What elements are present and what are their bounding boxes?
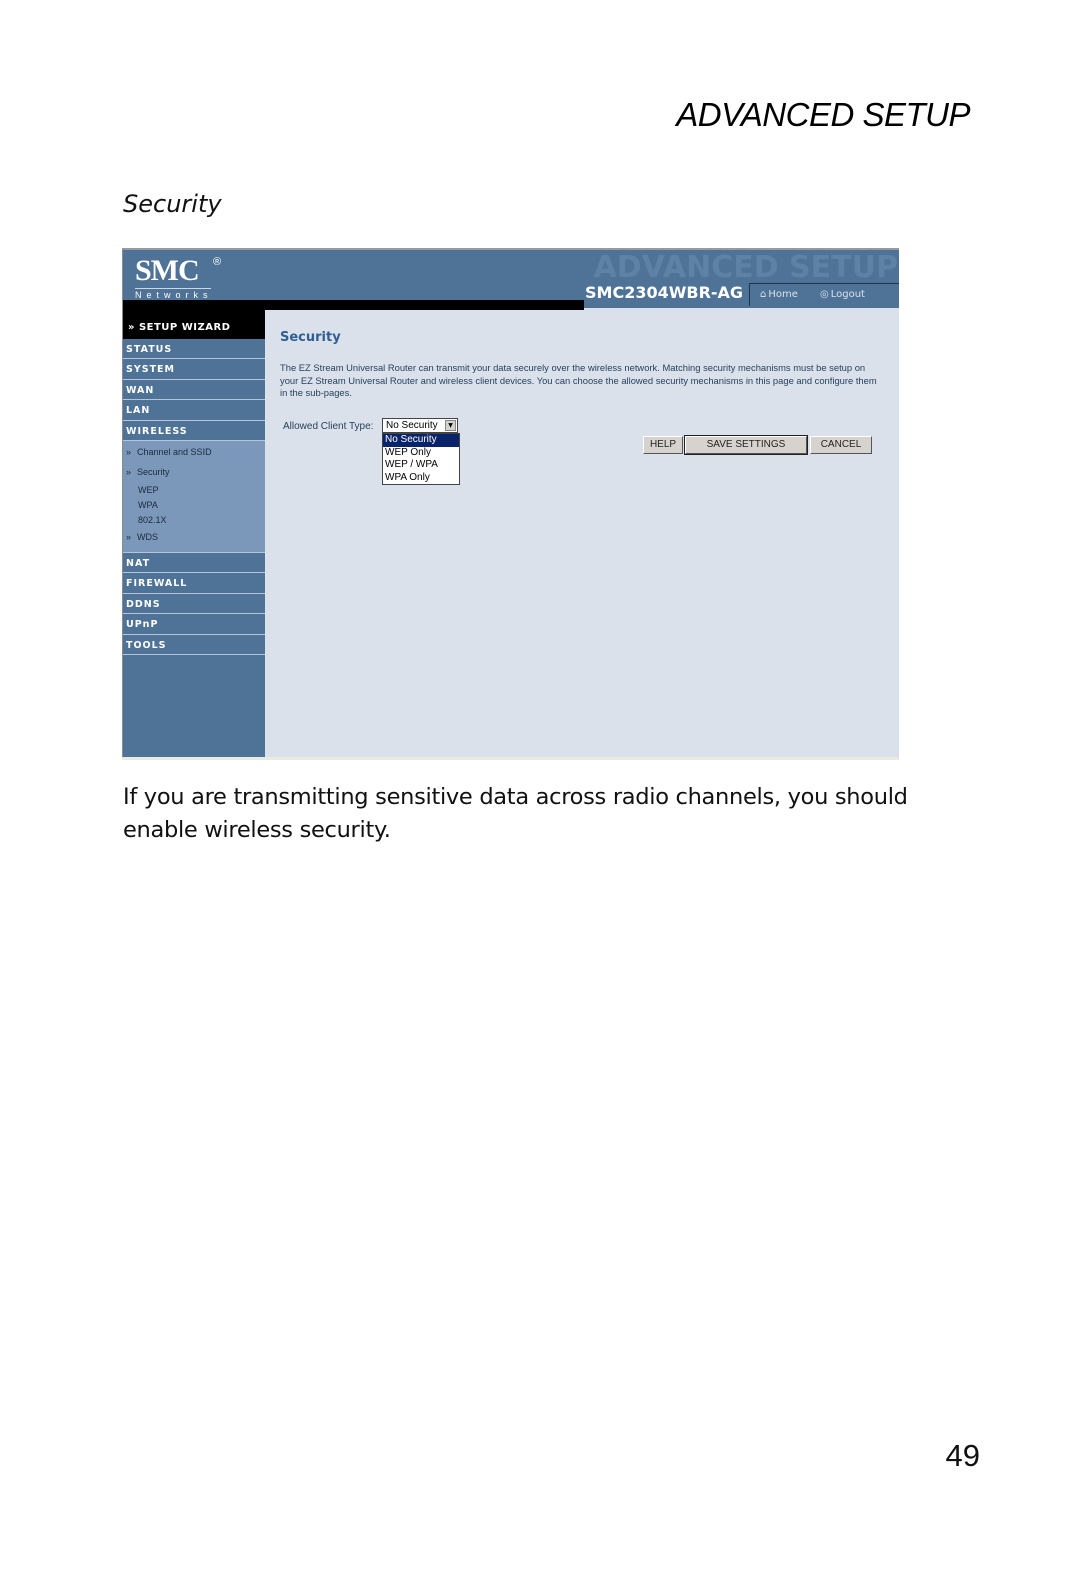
- sidebar-item-tools[interactable]: TOOLS: [123, 635, 265, 655]
- chapter-title: ADVANCED SETUP: [676, 96, 970, 133]
- sidebar-item-lan[interactable]: LAN: [123, 400, 265, 421]
- cancel-button[interactable]: CANCEL: [810, 436, 872, 454]
- sidebar-subitem-security[interactable]: » Security: [123, 463, 265, 483]
- client-type-dropdown: No Security WEP Only WEP / WPA WPA Only: [382, 433, 460, 485]
- logo-sub: Networks: [135, 288, 213, 300]
- chevron-down-icon[interactable]: ▼: [445, 420, 456, 431]
- home-icon: ⌂: [760, 289, 767, 300]
- sidebar-nav: » SETUP WIZARD STATUS SYSTEM WAN LAN WIR…: [123, 310, 265, 759]
- content-description: The EZ Stream Universal Router can trans…: [280, 362, 877, 398]
- header-divider: [123, 300, 584, 310]
- dropdown-option-wep-wpa[interactable]: WEP / WPA: [383, 459, 459, 472]
- top-links: ⌂ Home ◎ Logout: [749, 283, 899, 306]
- dropdown-option-wep-only[interactable]: WEP Only: [383, 447, 459, 460]
- registered-mark: ®: [213, 256, 222, 268]
- screenshot-bottom-edge: [122, 757, 899, 760]
- sidebar-item-nat[interactable]: NAT: [123, 553, 265, 574]
- help-button[interactable]: HELP: [643, 436, 683, 454]
- sidebar-subitem-8021x[interactable]: 802.1X: [123, 513, 265, 528]
- sidebar-item-status[interactable]: STATUS: [123, 339, 265, 360]
- subitem-label: Channel and SSID: [137, 446, 212, 457]
- body-paragraph: If you are transmitting sensitive data a…: [123, 784, 908, 843]
- model-name: SMC2304WBR-AG: [585, 283, 744, 302]
- sidebar-item-setup-wizard[interactable]: » SETUP WIZARD: [123, 310, 265, 339]
- wireless-submenu: » Channel and SSID » Security WEP WPA 802.…: [123, 440, 265, 553]
- sidebar-subitem-wpa[interactable]: WPA: [123, 498, 265, 513]
- raquo-icon: »: [126, 531, 132, 542]
- subitem-label: WDS: [137, 531, 159, 542]
- home-link[interactable]: ⌂ Home: [760, 289, 798, 300]
- sidebar-item-wan[interactable]: WAN: [123, 380, 265, 401]
- client-type-select[interactable]: No Security ▼: [382, 418, 458, 433]
- router-screenshot: SMC ® Networks ADVANCED SETUP SMC2304WBR…: [122, 248, 899, 759]
- section-title: Security: [123, 190, 222, 218]
- sidebar-item-ddns[interactable]: DDNS: [123, 594, 265, 615]
- content-panel: Security The EZ Stream Universal Router …: [265, 310, 899, 759]
- sidebar-subitem-channel-ssid[interactable]: » Channel and SSID: [123, 443, 265, 463]
- router-header: SMC ® Networks ADVANCED SETUP SMC2304WBR…: [123, 250, 899, 310]
- page-number: 49: [945, 1438, 980, 1473]
- smc-logo: SMC ® Networks: [135, 254, 221, 300]
- sidebar-item-firewall[interactable]: FIREWALL: [123, 573, 265, 594]
- logout-label: Logout: [830, 289, 865, 300]
- client-type-label: Allowed Client Type:: [283, 421, 374, 432]
- home-label: Home: [768, 289, 798, 300]
- sidebar-subitem-wds[interactable]: » WDS: [123, 528, 265, 548]
- logo-main: SMC: [135, 254, 200, 287]
- logout-link[interactable]: ◎ Logout: [820, 289, 865, 300]
- raquo-icon: »: [126, 446, 132, 457]
- raquo-icon: »: [126, 466, 132, 477]
- save-settings-button[interactable]: SAVE SETTINGS: [684, 435, 808, 455]
- sidebar-item-wireless[interactable]: WIRELESS: [123, 421, 265, 441]
- header-watermark: ADVANCED SETUP: [593, 250, 898, 285]
- sidebar-item-upnp[interactable]: UPnP: [123, 614, 265, 635]
- content-title: Security: [280, 330, 341, 345]
- dropdown-option-no-security[interactable]: No Security: [383, 434, 459, 447]
- client-type-value: No Security: [386, 420, 438, 431]
- logout-icon: ◎: [820, 289, 829, 300]
- dropdown-option-wpa-only[interactable]: WPA Only: [383, 472, 459, 485]
- sidebar-item-system[interactable]: SYSTEM: [123, 359, 265, 380]
- subitem-label: Security: [137, 466, 170, 477]
- sidebar-subitem-wep[interactable]: WEP: [123, 483, 265, 498]
